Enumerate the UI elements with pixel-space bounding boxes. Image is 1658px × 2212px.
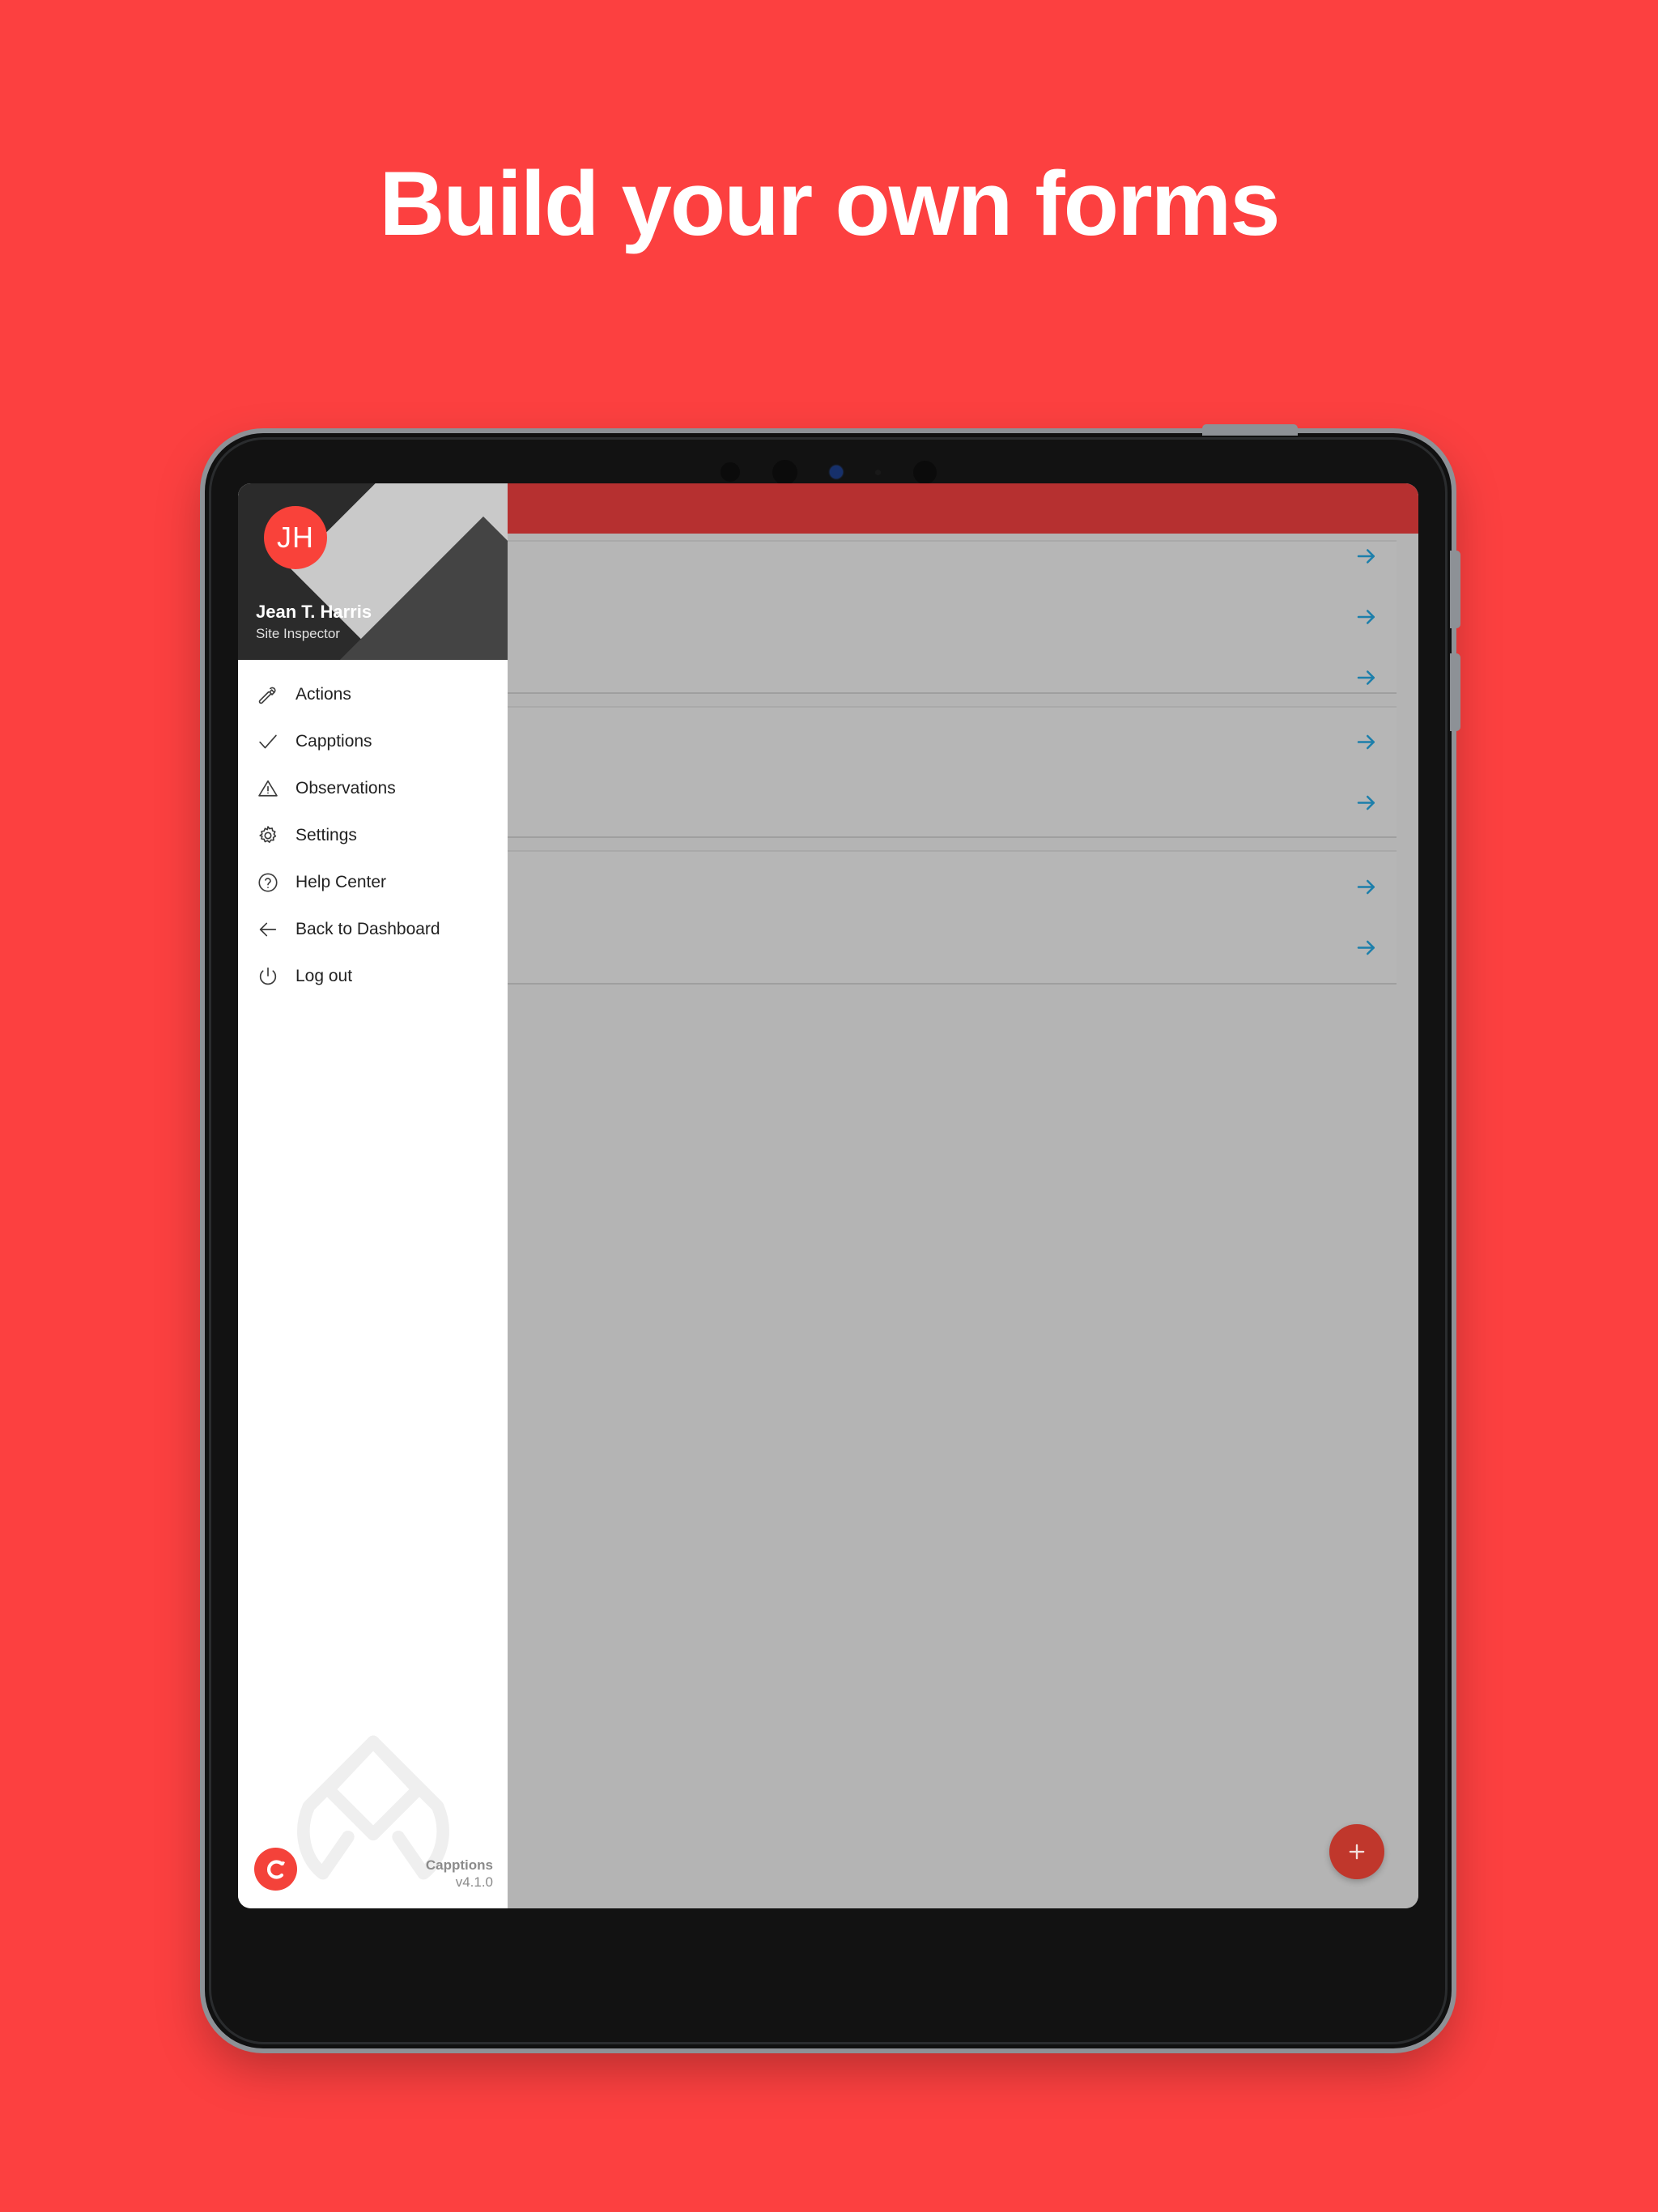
page-title: Build your own forms <box>379 153 1280 254</box>
sidebar-item-label: Back to Dashboard <box>295 920 440 938</box>
arrow-left-icon <box>256 917 280 942</box>
sidebar-footer: Capptions v4.1.0 <box>238 1722 508 1908</box>
sidebar-item-label: Actions <box>295 685 351 704</box>
content-card[interactable] <box>508 540 1397 694</box>
sidebar-menu: Actions Capptions Observations Settings … <box>238 660 508 1000</box>
arrow-right-icon[interactable] <box>1354 790 1379 815</box>
sidebar-item-label: Help Center <box>295 873 387 891</box>
arrow-right-icon[interactable] <box>1354 875 1379 900</box>
app-topbar <box>508 483 1418 534</box>
app-version: Capptions v4.1.0 <box>426 1857 493 1891</box>
arrow-right-icon[interactable] <box>1354 605 1379 629</box>
sidebar-item-settings[interactable]: Settings <box>238 812 508 859</box>
sidebar: JH Jean T. Harris Site Inspector Actions <box>238 483 508 1908</box>
sidebar-item-label: Settings <box>295 826 357 844</box>
arrow-right-icon[interactable] <box>1354 544 1379 568</box>
power-button[interactable] <box>1202 424 1298 436</box>
avatar-initials: JH <box>277 521 314 554</box>
gear-icon <box>256 823 280 848</box>
main-content <box>508 483 1418 1908</box>
sidebar-item-label: Log out <box>295 967 353 985</box>
sidebar-user-header: JH Jean T. Harris Site Inspector <box>238 483 508 660</box>
arrow-right-icon[interactable] <box>1354 936 1379 960</box>
avatar[interactable]: JH <box>264 506 327 569</box>
card-arrow-group <box>1354 544 1379 690</box>
capptions-logo-icon <box>254 1848 297 1891</box>
sidebar-item-help-center[interactable]: Help Center <box>238 859 508 906</box>
sidebar-item-actions[interactable]: Actions <box>238 671 508 718</box>
plus-icon <box>1349 1844 1365 1860</box>
card-arrow-group <box>1354 730 1379 815</box>
power-icon <box>256 964 280 989</box>
volume-up-button[interactable] <box>1450 551 1460 628</box>
sidebar-item-label: Capptions <box>295 732 372 751</box>
tablet-device: JH Jean T. Harris Site Inspector Actions <box>205 424 1460 2048</box>
check-icon <box>256 730 280 754</box>
sidebar-item-capptions[interactable]: Capptions <box>238 718 508 765</box>
version-number: v4.1.0 <box>455 1874 493 1890</box>
volume-down-button[interactable] <box>1450 653 1460 731</box>
sidebar-item-back-to-dashboard[interactable]: Back to Dashboard <box>238 906 508 953</box>
sidebar-item-observations[interactable]: Observations <box>238 765 508 812</box>
content-card[interactable] <box>508 850 1397 985</box>
content-body <box>508 534 1418 1908</box>
card-arrow-group <box>1354 875 1379 960</box>
arrow-right-icon[interactable] <box>1354 730 1379 754</box>
sidebar-item-log-out[interactable]: Log out <box>238 953 508 1000</box>
tablet-screen: JH Jean T. Harris Site Inspector Actions <box>238 483 1418 1908</box>
warning-triangle-icon <box>256 776 280 801</box>
sidebar-item-label: Observations <box>295 779 396 798</box>
app-name: Capptions <box>425 1857 493 1873</box>
arrow-right-icon[interactable] <box>1354 666 1379 690</box>
add-button[interactable] <box>1329 1824 1384 1879</box>
content-card[interactable] <box>508 706 1397 838</box>
user-role: Site Inspector <box>256 626 340 641</box>
user-name: Jean T. Harris <box>256 602 372 622</box>
hammer-icon <box>256 683 280 707</box>
question-circle-icon <box>256 870 280 895</box>
